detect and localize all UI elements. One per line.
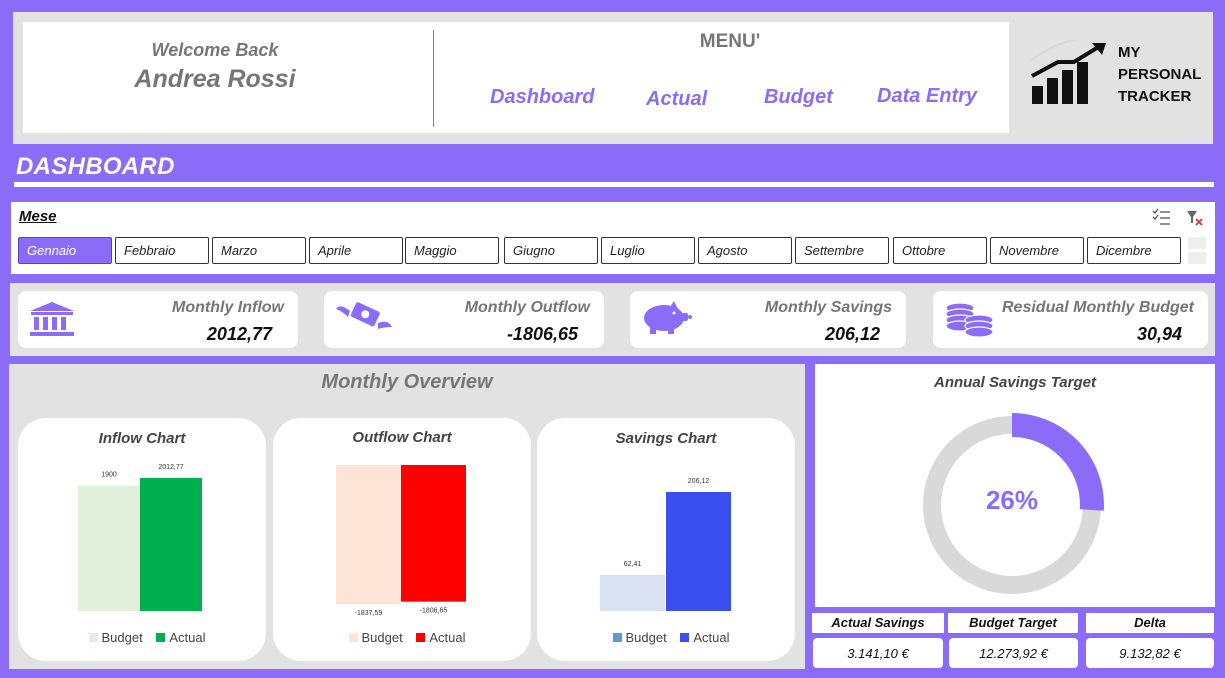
piggy-bank-icon [640,301,694,340]
chart-legend: Budget Actual [18,630,266,645]
legend-budget: Budget [625,630,667,645]
bar-budget [78,485,140,611]
page-title: DASHBOARD [16,153,175,180]
bar-budget [336,465,401,604]
legend-swatch-budget [612,633,622,642]
kpi-monthly-inflow: Monthly Inflow 2012,77 [18,291,298,348]
slicer-scroll-down[interactable] [1188,252,1206,264]
coins-icon [943,301,997,342]
delta-header: Delta [1086,613,1214,633]
multi-select-icon[interactable] [1152,208,1172,231]
title-underline [14,182,1214,187]
slicer-scroll-up[interactable] [1188,237,1206,249]
welcome-text: Welcome Back [151,40,279,60]
legend-swatch-actual [680,633,690,642]
kpi-residual-budget: Residual Monthly Budget 30,94 [933,291,1208,348]
legend-swatch-budget [88,633,98,642]
kpi-value: 2012,77 [206,324,272,344]
inflow-chart: 1900 2012,77 [78,464,202,611]
kpi-value: 30,94 [1136,324,1182,344]
nav-actual[interactable]: Actual [646,88,707,111]
logo-chart-icon [1019,34,1114,111]
month-button-agosto[interactable]: Agosto [698,237,792,264]
legend-actual: Actual [429,630,466,645]
kpi-label: Monthly Savings [764,299,892,316]
outflow-chart-card: Outflow Chart -1837,59 -1806,65 Budget Ac… [273,418,531,661]
month-button-giugno[interactable]: Giugno [504,237,598,264]
bar-value-label: 2012,77 [158,464,183,471]
month-button-luglio[interactable]: Luglio [601,237,695,264]
bar-actual [140,478,202,611]
annual-title: Annual Savings Target [934,374,1096,391]
nav-data-entry[interactable]: Data Entry [877,85,977,108]
menu-title: MENU' [699,31,761,52]
chart-legend: Budget Actual [537,630,795,645]
flying-money-icon [334,297,394,344]
month-button-aprile[interactable]: Aprile [309,237,403,264]
bar-value-label: 62,41 [624,561,642,568]
month-button-settembre[interactable]: Settembre [795,237,889,264]
actual-savings-value: 3.141,10 € [813,638,943,668]
month-button-novembre[interactable]: Novembre [990,237,1084,264]
budget-target-value: 12.273,92 € [949,638,1078,668]
inflow-chart-card: Inflow Chart 1900 2012,77 Budget Actual [18,418,266,661]
delta-value: 9.132,82 € [1086,638,1214,668]
legend-swatch-actual [156,633,166,642]
menu-divider [433,30,434,127]
outflow-chart: -1837,59 -1806,65 [336,465,466,617]
kpi-label: Residual Monthly Budget [1002,299,1194,316]
month-button-marzo[interactable]: Marzo [212,237,306,264]
month-button-ottobre[interactable]: Ottobre [893,237,987,264]
bar-value-label: -1806,65 [420,608,448,615]
clear-filter-icon[interactable] [1186,209,1204,232]
chart-legend: Budget Actual [273,630,531,645]
legend-budget: Budget [361,630,403,645]
actual-savings-header: Actual Savings [812,613,944,633]
kpi-label: Monthly Outflow [464,299,590,316]
kpi-monthly-outflow: Monthly Outflow -1806,65 [324,291,604,348]
month-button-febbraio[interactable]: Febbraio [115,237,209,264]
slicer-title: Mese [19,208,57,225]
month-button-dicembre[interactable]: Dicembre [1087,237,1181,264]
kpi-value: -1806,65 [506,324,578,344]
savings-chart-card: Savings Chart 62,41 206,12 Budget Actual [537,418,795,661]
nav-dashboard[interactable]: Dashboard [490,86,594,109]
nav-budget[interactable]: Budget [764,86,833,109]
kpi-value: 206,12 [824,324,880,344]
legend-actual: Actual [693,630,730,645]
bar-budget [600,574,665,611]
bar-value-label: 206,12 [688,478,710,485]
legend-actual: Actual [169,630,206,645]
bar-actual [401,465,466,602]
bar-value-label: 1900 [101,471,117,478]
user-name: Andrea Rossi [134,65,296,93]
legend-swatch-budget [348,633,358,642]
kpi-label: Monthly Inflow [172,299,284,316]
month-button-gennaio[interactable]: Gennaio [18,237,112,264]
bar-value-label: -1837,59 [355,610,383,617]
kpi-monthly-savings: Monthly Savings 206,12 [630,291,906,348]
overview-title: Monthly Overview [321,371,493,393]
month-button-maggio[interactable]: Maggio [405,237,499,264]
bar-actual [666,492,731,611]
savings-progress-label: 26% [985,485,1039,515]
savings-chart: 62,41 206,12 [600,478,731,611]
legend-budget: Budget [101,630,143,645]
legend-swatch-actual [416,633,426,642]
bank-icon [28,301,76,342]
budget-target-header: Budget Target [948,613,1078,633]
logo-text: MY PERSONAL TRACKER [1118,44,1202,105]
